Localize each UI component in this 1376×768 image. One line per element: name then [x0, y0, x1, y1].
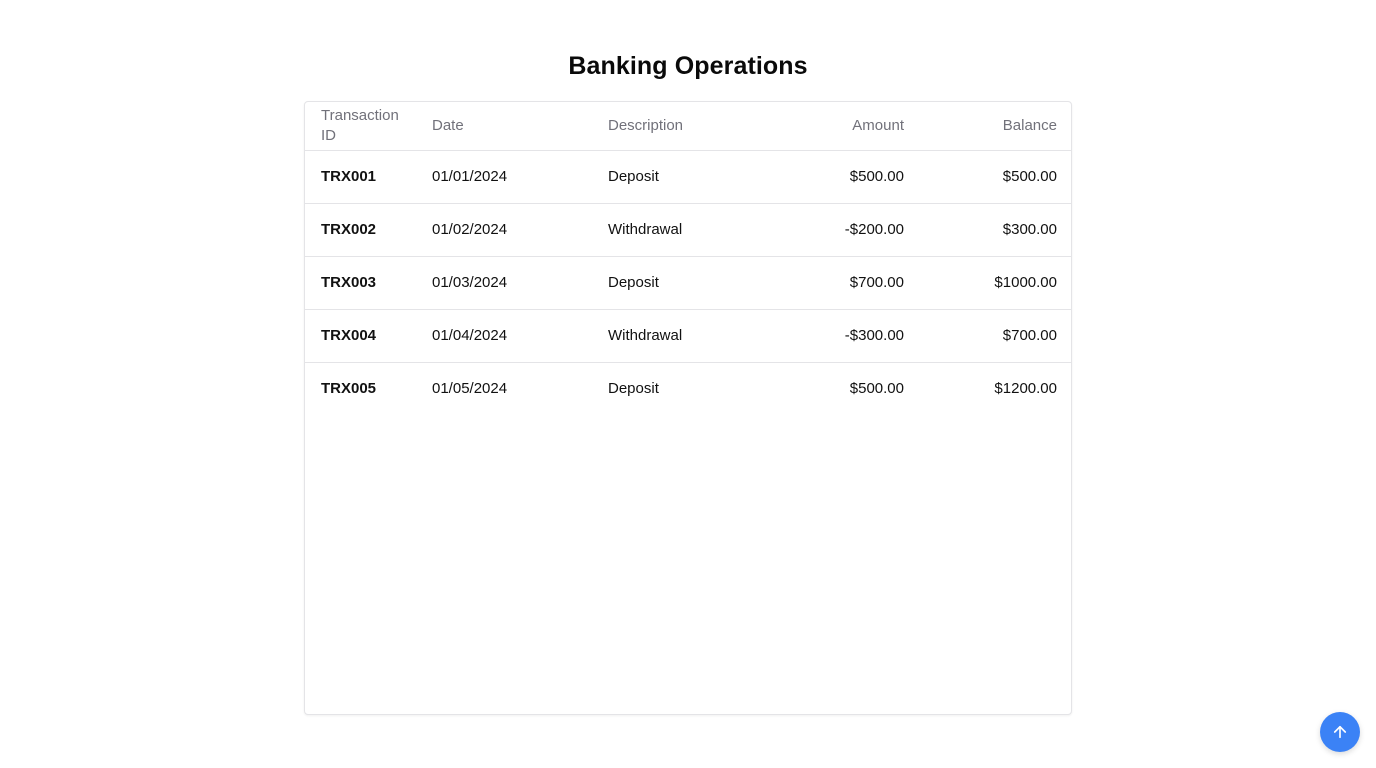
cell-amount: $700.00 [849, 274, 904, 291]
cell-amount: -$200.00 [844, 221, 904, 238]
table-row: TRX002 01/02/2024 Withdrawal -$200.00 $3… [305, 203, 1071, 256]
page: Banking Operations Transaction ID Date D… [0, 0, 1376, 768]
cell-balance: $500.00 [1002, 168, 1057, 185]
cell-balance: $1200.00 [994, 380, 1057, 398]
scroll-to-top-button[interactable] [1320, 712, 1360, 752]
cell-date: 01/05/2024 [432, 380, 508, 398]
table-row: TRX001 01/01/2024 Deposit $500.00 $500.0… [305, 150, 1071, 203]
cell-description: Withdrawal [608, 327, 683, 344]
cell-balance: $700.00 [1002, 327, 1057, 344]
column-header-description: Description [608, 116, 684, 134]
cell-transaction-id: TRX003 [321, 274, 377, 291]
cell-date: 01/01/2024 [432, 168, 508, 185]
column-header-balance: Balance [1002, 116, 1057, 134]
table-row: TRX003 01/03/2024 Deposit $700.00 $1000.… [305, 256, 1071, 309]
table-header: Transaction ID Date Description Amount B… [305, 102, 1071, 150]
cell-description: Deposit [608, 380, 659, 398]
cell-description: Deposit [608, 168, 659, 185]
cell-date: 01/04/2024 [432, 327, 508, 344]
column-header-amount: Amount [852, 116, 904, 134]
cell-transaction-id: TRX002 [321, 221, 377, 238]
table-row: TRX004 01/04/2024 Withdrawal -$300.00 $7… [305, 309, 1071, 362]
cell-amount: $500.00 [849, 168, 904, 185]
cell-transaction-id: TRX001 [321, 168, 377, 185]
table-body: TRX001 01/01/2024 Deposit $500.00 $500.0… [305, 150, 1071, 415]
transactions-table: Transaction ID Date Description Amount B… [305, 102, 1071, 415]
page-title: Banking Operations [568, 52, 808, 80]
cell-date: 01/03/2024 [432, 274, 508, 291]
cell-balance: $1000.00 [994, 274, 1057, 291]
column-header-date: Date [432, 116, 464, 134]
transactions-card: Transaction ID Date Description Amount B… [304, 101, 1072, 715]
table-row: TRX005 01/05/2024 Deposit $500.00 $1200.… [305, 362, 1071, 415]
column-header-transaction-id: Transaction ID [321, 106, 399, 144]
cell-date: 01/02/2024 [432, 221, 508, 238]
cell-transaction-id: TRX004 [321, 327, 377, 344]
cell-balance: $300.00 [1002, 221, 1057, 238]
cell-amount: -$300.00 [844, 327, 904, 344]
cell-description: Withdrawal [608, 221, 683, 238]
cell-description: Deposit [608, 274, 659, 291]
cell-amount: $500.00 [849, 380, 904, 398]
cell-transaction-id: TRX005 [321, 380, 377, 398]
arrow-up-icon [1331, 723, 1349, 741]
table-header-row: Transaction ID Date Description Amount B… [305, 102, 1071, 150]
